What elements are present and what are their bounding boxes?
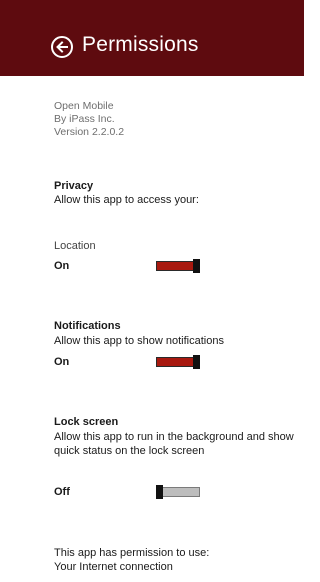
lock-screen-title: Lock screen [54,416,119,428]
location-label: Location [54,240,96,252]
lock-screen-description: Allow this app to run in the background … [54,431,294,457]
back-arrow-icon [55,40,69,54]
toggle-track [162,487,200,497]
lock-screen-toggle[interactable] [156,485,200,499]
permission-item: Your Internet connection [54,561,173,573]
toggle-track [156,261,194,271]
page-title: Permissions [82,33,199,56]
toggle-thumb [156,485,163,499]
notifications-title: Notifications [54,320,121,332]
location-state: On [54,260,70,272]
app-bar: Permissions [0,0,304,76]
app-name: Open Mobile [54,100,114,112]
lock-screen-state: Off [54,486,70,498]
app-info: Open Mobile By iPass Inc. Version 2.2.0.… [54,100,124,139]
privacy-title: Privacy [54,180,94,192]
back-button[interactable] [51,36,73,58]
notifications-state: On [54,356,70,368]
notifications-toggle[interactable] [156,355,200,369]
app-version: Version 2.2.0.2 [54,126,125,138]
toggle-thumb [193,355,200,369]
app-publisher: By iPass Inc. [54,113,115,125]
toggle-thumb [193,259,200,273]
privacy-description: Allow this app to access your: [54,194,199,206]
permissions-heading: This app has permission to use: [54,547,210,559]
location-toggle[interactable] [156,259,200,273]
notifications-description: Allow this app to show notifications [54,335,224,347]
toggle-track [156,357,194,367]
